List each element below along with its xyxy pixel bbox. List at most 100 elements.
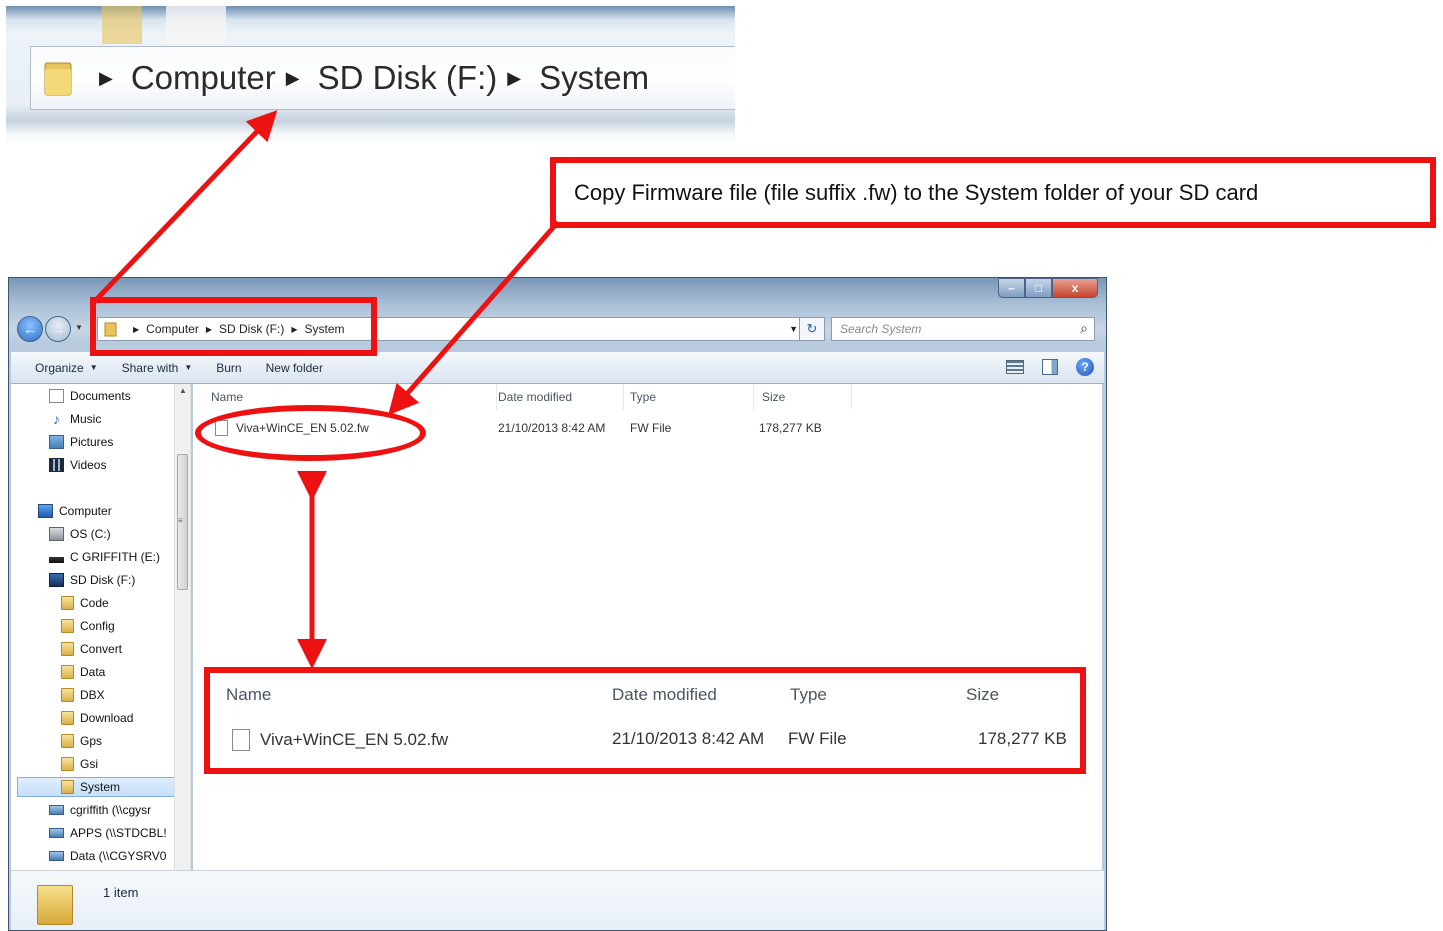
column-header-label: Type <box>630 390 657 404</box>
column-header-label: Date modified <box>498 390 573 404</box>
zoomed-address-bar: ▶ Computer ▶ SD Disk (F:) ▶ System <box>30 46 735 110</box>
sidebar-item-gps[interactable]: Gps <box>61 731 190 751</box>
sidebar-item-code[interactable]: Code <box>61 593 190 613</box>
folder-icon <box>37 885 73 925</box>
maximize-button[interactable]: □ <box>1025 278 1052 298</box>
folder-icon <box>61 665 74 679</box>
sidebar-item-os-drive[interactable]: OS (C:) <box>49 524 190 544</box>
folder-icon <box>61 711 74 725</box>
arrow-to-zoomed-breadcrumb <box>94 110 278 302</box>
sidebar-scrollbar[interactable]: ▲ ≡ <box>174 384 190 870</box>
sidebar-item-computer[interactable]: Computer <box>38 501 190 521</box>
sidebar-item-videos[interactable]: Videos <box>49 455 190 475</box>
sidebar-item-label: SD Disk (F:) <box>70 573 136 587</box>
burn-button[interactable]: Burn <box>204 352 253 383</box>
organize-menu-button[interactable]: Organize ▼ <box>11 352 110 383</box>
maximize-icon: □ <box>1034 281 1043 295</box>
file-row-date: 21/10/2013 8:42 AM <box>498 418 605 438</box>
folder-icon <box>61 780 74 794</box>
sidebar-item-pictures[interactable]: Pictures <box>49 432 190 452</box>
refresh-button[interactable]: ↻ <box>799 317 825 341</box>
sidebar-item-label: Computer <box>59 504 112 518</box>
blurred-background <box>102 6 142 44</box>
sidebar-item-label: Data (\\CGYSRV0 <box>70 849 167 863</box>
videos-icon <box>49 458 64 472</box>
close-button[interactable]: x <box>1052 278 1098 298</box>
file-icon <box>232 729 250 751</box>
sidebar-item-label: Download <box>80 711 134 725</box>
sidebar-item-label: Gps <box>80 734 103 748</box>
sidebar-item-download[interactable]: Download <box>61 708 190 728</box>
minimize-button[interactable]: – <box>998 278 1025 298</box>
sidebar-item-network-cgriffith[interactable]: cgriffith (\\cgysr <box>49 800 173 820</box>
file-date: 21/10/2013 8:42 AM <box>498 421 606 435</box>
help-icon[interactable]: ? <box>1076 358 1094 376</box>
network-drive-icon <box>49 851 64 861</box>
forward-button[interactable]: → <box>45 316 71 342</box>
chevron-right-icon: ▶ <box>285 67 300 88</box>
zoomed-crumb-sd-disk: SD Disk (F:) <box>317 59 498 96</box>
search-input[interactable]: Search System ⌕ <box>831 317 1095 341</box>
share-with-menu-button[interactable]: Share with ▼ <box>110 352 205 383</box>
scroll-grip-icon: ≡ <box>178 516 183 525</box>
zoomed-file-date: 21/10/2013 8:42 AM <box>612 729 765 748</box>
column-header-type[interactable]: Type <box>630 384 754 410</box>
sidebar-item-label: Convert <box>80 642 123 656</box>
new-folder-button[interactable]: New folder <box>254 352 335 383</box>
sidebar-item-label: Documents <box>70 389 131 403</box>
sidebar-item-system[interactable]: System <box>17 777 179 797</box>
sidebar-item-network-data[interactable]: Data (\\CGYSRV0 <box>49 846 173 866</box>
file-row-size: 178,277 KB <box>759 418 822 438</box>
sidebar-item-sd-disk[interactable]: SD Disk (F:) <box>49 570 190 590</box>
navigation-pane: Documents ♪ Music Pictures Videos Compute… <box>11 384 191 870</box>
sidebar-item-config[interactable]: Config <box>61 616 190 636</box>
file-type: FW File <box>630 421 672 435</box>
scroll-up-icon[interactable]: ▲ <box>179 386 187 395</box>
sidebar-item-label: APPS (\\STDCBL! <box>70 826 167 840</box>
explorer-window: – □ x ← → ▼ ▶ Computer ▶ SD Disk (F:) ▶ … <box>8 277 1107 931</box>
sidebar-item-label: Pictures <box>70 435 114 449</box>
usb-drive-icon <box>49 557 64 563</box>
chevron-down-icon: ▼ <box>184 363 193 372</box>
sidebar-item-gsi[interactable]: Gsi <box>61 754 190 774</box>
zoomed-file-size: 178,277 KB <box>978 729 1067 748</box>
sidebar-item-label: Videos <box>70 458 107 472</box>
address-dropdown-icon[interactable]: ▼ <box>789 324 798 334</box>
folder-icon <box>61 619 74 633</box>
sidebar-item-label: Data <box>80 665 106 679</box>
file-row-type: FW File <box>630 418 671 438</box>
zoomed-header-date: Date modified <box>612 685 717 704</box>
change-view-icon[interactable] <box>1006 360 1024 374</box>
sidebar-item-network-apps[interactable]: APPS (\\STDCBL! <box>49 823 173 843</box>
chevron-right-icon: ▶ <box>507 67 522 88</box>
recent-pages-dropdown[interactable]: ▼ <box>75 323 83 332</box>
back-button[interactable]: ← <box>17 316 43 342</box>
search-icon[interactable]: ⌕ <box>1080 320 1088 337</box>
folder-icon <box>44 62 72 96</box>
item-count: 1 item <box>103 885 139 900</box>
documents-icon <box>49 389 64 403</box>
chevron-down-icon: ▼ <box>89 363 98 372</box>
folder-icon <box>61 688 74 702</box>
zoomed-header-type: Type <box>790 685 827 704</box>
back-arrow-icon: ← <box>23 321 37 337</box>
sidebar-item-label: System <box>80 780 121 794</box>
burn-label: Burn <box>216 360 242 375</box>
column-header-label: Size <box>762 390 786 404</box>
sidebar-item-usb-drive[interactable]: C GRIFFITH (E:) <box>49 547 190 567</box>
sidebar-item-dbx[interactable]: DBX <box>61 685 190 705</box>
minimize-icon: – <box>1008 281 1015 295</box>
sidebar-item-documents[interactable]: Documents <box>49 386 190 406</box>
zoomed-file-type: FW File <box>788 729 847 748</box>
sidebar-item-music[interactable]: ♪ Music <box>49 409 190 429</box>
zoomed-breadcrumb-snippet: ▶ Computer ▶ SD Disk (F:) ▶ System <box>6 6 735 146</box>
sidebar-item-convert[interactable]: Convert <box>61 639 190 659</box>
column-header-size[interactable]: Size <box>762 384 852 410</box>
column-header-date-modified[interactable]: Date modified <box>498 384 624 410</box>
music-icon: ♪ <box>53 411 60 427</box>
sidebar-item-label: Music <box>70 412 102 426</box>
sidebar-item-data[interactable]: Data <box>61 662 190 682</box>
preview-pane-icon[interactable] <box>1042 359 1058 375</box>
folder-icon <box>61 734 74 748</box>
zoomed-header-name: Name <box>226 685 272 704</box>
